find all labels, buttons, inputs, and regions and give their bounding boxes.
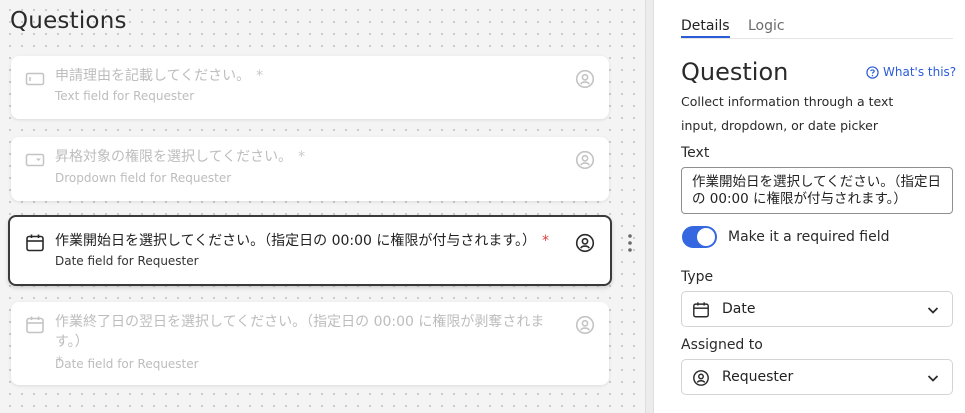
requester-icon (575, 69, 595, 89)
question-text: 作業開始日を選択してください。（指定日の 00:00 に権限が付与されます。） * (55, 233, 550, 249)
help-icon (866, 65, 879, 79)
requester-icon (575, 233, 595, 253)
calendar-icon (26, 316, 44, 334)
type-select-value: Date (722, 301, 756, 317)
question-text: 昇格対象の権限を選択してください。 * (55, 149, 306, 165)
panel-tabs: Details Logic (681, 18, 953, 39)
type-label: Type (681, 269, 714, 285)
whats-this-label: What's this? (883, 65, 957, 79)
assigned-select-value: Requester (722, 369, 794, 385)
details-panel: Details Logic Question What's this? Coll… (654, 0, 965, 413)
required-mark: * (542, 233, 550, 249)
question-text-input[interactable]: 作業開始日を選択してください。（指定日の 00:00 に権限が付与されます。） (681, 167, 953, 214)
questions-canvas: Questions 申請理由を記載してください。 * Text field for… (0, 0, 645, 413)
whats-this-link[interactable]: What's this? (866, 65, 956, 79)
required-toggle-label: Make it a required field (728, 229, 890, 245)
question-subtitle: Date field for Requester (55, 254, 199, 268)
assigned-select[interactable]: Requester (681, 359, 953, 395)
question-card-permission[interactable]: 昇格対象の権限を選択してください。 * Dropdown field for Re… (11, 137, 609, 201)
requester-icon (693, 370, 709, 386)
type-select[interactable]: Date (681, 291, 953, 327)
required-mark: * (256, 68, 264, 84)
text-field-icon (25, 72, 45, 86)
tab-logic[interactable]: Logic (748, 18, 785, 34)
requester-icon (575, 150, 595, 170)
calendar-icon (693, 302, 709, 318)
panel-divider[interactable] (645, 0, 654, 413)
required-toggle[interactable] (682, 226, 717, 248)
text-label: Text (681, 145, 710, 161)
question-description: Collect information through a text input… (681, 94, 894, 133)
calendar-icon (26, 234, 44, 252)
chevron-down-icon (927, 307, 939, 314)
dropdown-field-icon (25, 153, 45, 167)
required-mark: * (298, 149, 306, 165)
question-subtitle: Text field for Requester (55, 89, 195, 103)
question-card-start-date[interactable]: 作業開始日を選択してください。（指定日の 00:00 に権限が付与されます。） *… (8, 215, 612, 286)
panel-title: Question (681, 58, 789, 86)
question-subtitle: Dropdown field for Requester (55, 171, 232, 185)
assigned-label: Assigned to (681, 337, 763, 353)
question-subtitle: Date field for Requester (55, 357, 199, 371)
more-options-icon[interactable] (626, 233, 634, 253)
question-text: 申請理由を記載してください。 * (55, 68, 264, 84)
canvas-title: Questions (10, 8, 127, 34)
question-card-reason[interactable]: 申請理由を記載してください。 * Text field for Requester (11, 56, 609, 119)
chevron-down-icon (927, 375, 939, 382)
requester-icon (575, 315, 595, 335)
tab-details[interactable]: Details (681, 18, 730, 38)
question-card-end-date[interactable]: 作業終了日の翌日を選択してください。（指定日の 00:00 に権限が剥奪されます… (11, 302, 609, 385)
